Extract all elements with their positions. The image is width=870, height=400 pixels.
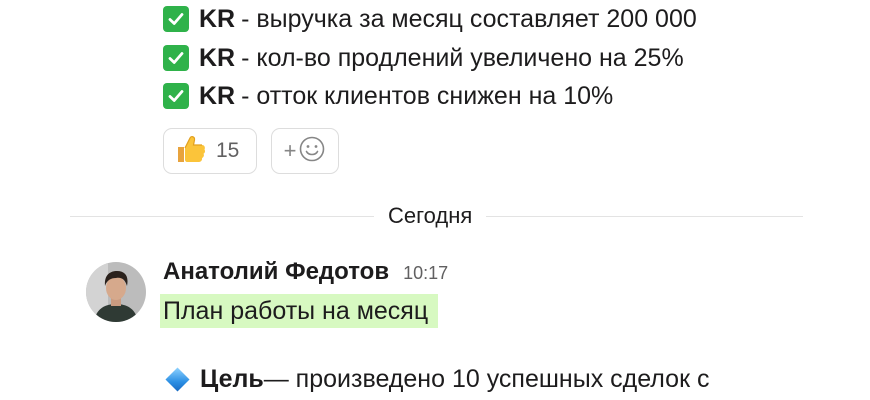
reactions-bar: 15 + — [163, 128, 339, 174]
kr-label: KR — [199, 4, 236, 33]
kr-item: KR - выручка за месяц составляет 200 000 — [163, 3, 697, 35]
message-header: Анатолий Федотов 10:17 — [163, 258, 448, 286]
smiley-icon — [298, 135, 326, 168]
thumbs-up-icon — [174, 132, 208, 171]
check-mark-icon — [163, 6, 189, 32]
add-reaction-button[interactable]: + — [271, 128, 339, 174]
add-reaction-plus: + — [283, 138, 297, 163]
author-name[interactable]: Анатолий Федотов — [163, 258, 389, 286]
highlighted-message-text: План работы на месяц — [160, 294, 439, 328]
date-divider-label: Сегодня — [374, 201, 487, 231]
blue-diamond-icon — [165, 366, 190, 392]
goal-text: — произведено 10 успешных сделок с — [263, 364, 710, 393]
kr-item: KR - кол-во продлений увеличено на 25% — [163, 42, 684, 74]
kr-item: KR - отток клиентов снижен на 10% — [163, 80, 613, 112]
kr-label: KR — [199, 81, 236, 110]
avatar[interactable] — [86, 262, 146, 322]
goal-label: Цель — [200, 364, 264, 393]
message-time[interactable]: 10:17 — [403, 263, 448, 284]
reaction-count: 15 — [216, 139, 240, 162]
goal-line: Цель — произведено 10 успешных сделок с — [165, 362, 709, 396]
kr-text: - кол-во продлений увеличено на 25% — [241, 43, 684, 72]
thumbs-up-reaction[interactable]: 15 — [163, 128, 257, 174]
kr-label: KR — [199, 43, 236, 72]
kr-text: - выручка за месяц составляет 200 000 — [241, 4, 697, 33]
check-mark-icon — [163, 83, 189, 109]
check-mark-icon — [163, 45, 189, 71]
kr-text: - отток клиентов снижен на 10% — [241, 81, 614, 110]
